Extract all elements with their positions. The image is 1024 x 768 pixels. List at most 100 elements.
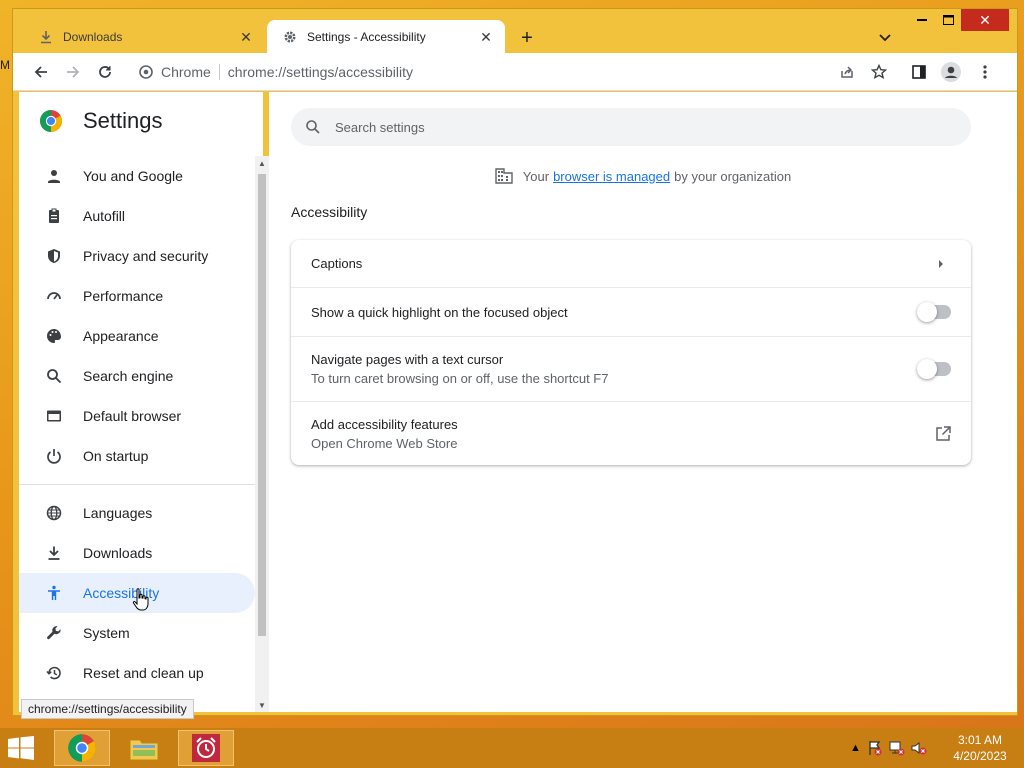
row-label: Show a quick highlight on the focused ob… — [311, 304, 568, 320]
tab-settings-accessibility[interactable]: Settings - Accessibility ✕ — [267, 20, 505, 54]
person-icon — [45, 167, 63, 185]
sidebar-item-on-startup[interactable]: On startup — [19, 436, 255, 476]
focus-highlight-toggle[interactable] — [917, 302, 951, 322]
reload-button[interactable] — [91, 58, 119, 86]
status-bubble: chrome://settings/accessibility — [21, 699, 194, 719]
accessibility-icon — [45, 584, 63, 602]
row-label: Navigate pages with a text cursor — [311, 352, 504, 367]
tab-search-button[interactable] — [873, 27, 897, 49]
sidebar-item-performance[interactable]: Performance — [19, 276, 255, 316]
row-text: Navigate pages with a text cursor To tur… — [311, 352, 919, 386]
settings-main: Your browser is managed by your organiza… — [269, 92, 1017, 712]
business-building-icon — [495, 168, 513, 184]
menu-button[interactable] — [971, 58, 999, 86]
sidebar-item-privacy-and-security[interactable]: Privacy and security — [19, 236, 255, 276]
minimize-button[interactable] — [909, 9, 935, 31]
maximize-button[interactable] — [935, 9, 961, 31]
action-center-flag-icon — [869, 741, 882, 756]
taskbar-file-explorer[interactable] — [116, 730, 172, 766]
tab-strip: Downloads ✕ Settings - Accessibility ✕ +… — [13, 9, 1017, 54]
sidebar-item-label: Languages — [83, 505, 153, 521]
sidebar-item-search-engine[interactable]: Search engine — [19, 356, 255, 396]
sidebar-item-downloads[interactable]: Downloads — [19, 533, 255, 573]
settings-search[interactable] — [291, 108, 971, 146]
gear-icon — [281, 29, 299, 45]
browser-managed-link[interactable]: browser is managed — [553, 169, 670, 184]
close-tab-button[interactable]: ✕ — [237, 28, 255, 46]
share-icon — [841, 66, 853, 78]
sidebar-item-languages[interactable]: Languages — [19, 493, 255, 533]
focus-highlight-row[interactable]: Show a quick highlight on the focused ob… — [291, 287, 971, 336]
sidebar-item-you-and-google[interactable]: You and Google — [19, 156, 255, 196]
sidebar-item-label: Privacy and security — [83, 248, 209, 264]
section-title: Accessibility — [291, 204, 368, 220]
taskbar-clock[interactable]: 3:01 AM 4/20/2023 — [940, 732, 1020, 764]
row-text: Captions — [311, 256, 937, 271]
close-window-button[interactable]: ✕ — [961, 9, 1009, 31]
windows-logo-icon — [8, 736, 34, 760]
bookmark-button[interactable] — [865, 58, 893, 86]
settings-header: Settings — [39, 108, 163, 134]
chevron-up-icon[interactable]: ▲ — [850, 742, 861, 754]
alarm-clock-icon — [192, 734, 220, 762]
settings-sidebar: Settings You and Google Autofill Privacy… — [19, 92, 269, 712]
profile-button[interactable] — [937, 58, 965, 86]
back-button[interactable] — [27, 58, 55, 86]
gauge-icon — [45, 287, 63, 305]
sidebar-scrollbar[interactable]: ▲ ▼ — [255, 156, 269, 712]
sidebar-item-system[interactable]: System — [19, 613, 255, 653]
new-tab-button[interactable]: + — [513, 25, 541, 51]
taskbar-chrome[interactable] — [54, 730, 110, 766]
nav-divider — [19, 484, 255, 485]
search-input[interactable] — [335, 119, 895, 135]
row-sublabel: Open Chrome Web Store — [311, 435, 458, 451]
url-text[interactable]: chrome://settings/accessibility — [228, 64, 413, 80]
sidebar-item-label: Default browser — [83, 408, 182, 424]
toggle-knob — [917, 302, 937, 322]
sidebar-item-label: Autofill — [83, 208, 126, 224]
address-bar[interactable]: Chrome chrome://settings/accessibility — [131, 57, 873, 87]
row-label: Captions — [311, 256, 363, 271]
history-icon — [45, 664, 63, 682]
tab-downloads[interactable]: Downloads ✕ — [23, 20, 265, 54]
taskbar: ▲ 3:01 AM 4/20/2023 — [0, 728, 1024, 768]
search-icon — [306, 120, 320, 134]
toggle-knob — [917, 359, 937, 379]
sidebar-item-label: You and Google — [83, 168, 183, 184]
close-tab-button[interactable]: ✕ — [477, 28, 495, 46]
sidebar-item-label: Search engine — [83, 368, 174, 384]
captions-row[interactable]: Captions — [291, 240, 971, 287]
share-button[interactable] — [833, 58, 861, 86]
row-label: Add accessibility features — [311, 416, 458, 432]
sidebar-item-default-browser[interactable]: Default browser — [19, 396, 255, 436]
sidebar-item-label: Reset and clean up — [83, 665, 204, 681]
site-label: Chrome — [161, 64, 211, 80]
sidebar-item-appearance[interactable]: Appearance — [19, 316, 255, 356]
row-text: Add accessibility features Open Chrome W… — [311, 417, 935, 451]
side-panel-button[interactable] — [905, 58, 933, 86]
sidebar-item-label: On startup — [83, 448, 149, 464]
site-info[interactable]: Chrome — [131, 64, 211, 80]
tab-title: Settings - Accessibility — [307, 30, 426, 44]
scroll-down-arrow-icon[interactable]: ▼ — [255, 698, 269, 712]
sidebar-item-reset-and-clean-up[interactable]: Reset and clean up — [19, 653, 255, 693]
chrome-logo-icon — [139, 65, 153, 79]
caret-browsing-toggle[interactable] — [917, 359, 951, 379]
scroll-up-arrow-icon[interactable]: ▲ — [255, 156, 269, 170]
caret-browsing-row[interactable]: Navigate pages with a text cursor To tur… — [291, 336, 971, 401]
row-text: Show a quick highlight on the focused ob… — [311, 305, 919, 320]
side-panel-icon — [912, 65, 926, 79]
sidebar-item-label: Performance — [83, 288, 164, 304]
add-accessibility-features-row[interactable]: Add accessibility features Open Chrome W… — [291, 401, 971, 465]
clock-time: 3:01 AM — [957, 733, 1003, 747]
start-button[interactable] — [6, 736, 38, 762]
forward-button[interactable] — [59, 58, 87, 86]
managed-prefix: Your — [522, 168, 550, 184]
star-icon — [871, 64, 887, 79]
scrollbar-thumb[interactable] — [258, 174, 266, 636]
taskbar-alarm-clock[interactable] — [178, 730, 234, 766]
chevron-down-icon — [879, 34, 891, 42]
sidebar-item-label: Appearance — [83, 328, 159, 344]
sidebar-item-autofill[interactable]: Autofill — [19, 196, 255, 236]
volume-muted-icon — [911, 742, 927, 755]
